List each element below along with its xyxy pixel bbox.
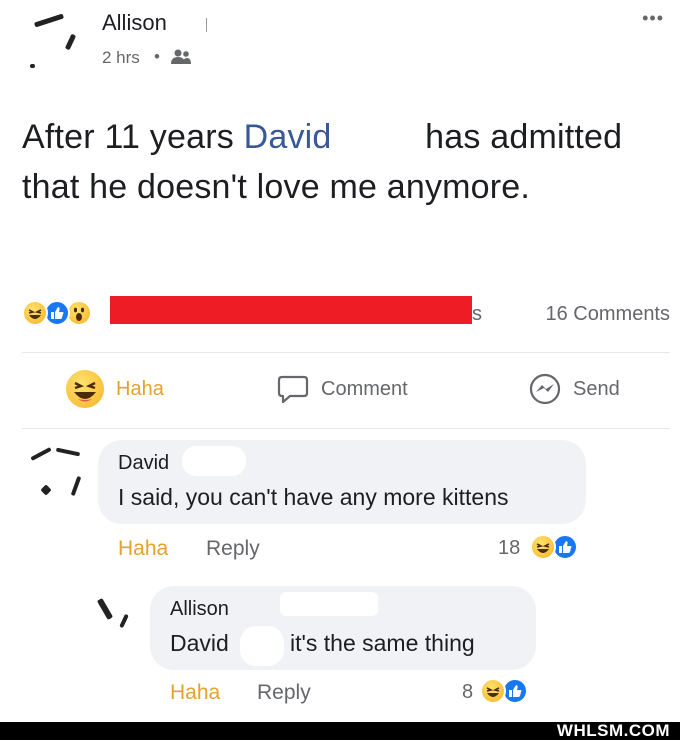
divider-bottom: [22, 428, 670, 429]
reply-author-redaction: [280, 592, 378, 616]
audience-friends-icon[interactable]: [170, 48, 192, 66]
haha-reaction-icon: [22, 300, 48, 326]
post-text-start: After 11 years: [22, 118, 244, 156]
comments-count[interactable]: 16 Comments: [546, 303, 671, 326]
reply-reaction-summary[interactable]: 8: [462, 678, 542, 708]
comment-action-label: Comment: [321, 378, 408, 400]
watermark: WHLSM.COM: [556, 721, 670, 740]
haha-face-icon: [66, 370, 104, 408]
reply-reply-link[interactable]: Reply: [257, 681, 311, 705]
messenger-icon: [528, 372, 562, 411]
reaction-summary[interactable]: [22, 300, 112, 330]
reply-author-avatar[interactable]: [92, 588, 146, 642]
post-author-avatar[interactable]: [18, 6, 88, 76]
comment-author-redaction: [182, 446, 246, 476]
haha-action-label: Haha: [116, 378, 164, 400]
comment-haha-icon: [530, 534, 556, 560]
send-action-button[interactable]: Send: [528, 372, 638, 408]
post-mention[interactable]: David: [244, 118, 332, 156]
comment-author-avatar[interactable]: [12, 438, 92, 518]
comment-author-name[interactable]: David: [118, 452, 169, 475]
reply-mention[interactable]: David: [170, 630, 229, 657]
reply-mention-redaction: [240, 626, 284, 666]
post-author-name[interactable]: Allison: [102, 10, 167, 36]
reply-author-name[interactable]: Allison: [170, 598, 229, 621]
reply-haha-link[interactable]: Haha: [170, 681, 220, 705]
reaction-names-tail: s: [472, 303, 482, 325]
comment-action-button[interactable]: Comment: [276, 372, 426, 408]
reply-reaction-count: 8: [462, 681, 474, 703]
post-more-options-icon[interactable]: •••: [642, 8, 664, 29]
comment-reply-link[interactable]: Reply: [206, 537, 260, 561]
comment-haha-link[interactable]: Haha: [118, 537, 168, 561]
comment-text: I said, you can't have any more kittens: [118, 484, 509, 510]
post-time[interactable]: 2 hrs: [102, 48, 140, 68]
footer-bar: WHLSM.COM: [0, 721, 680, 740]
comment-bubble: David I said, you can't have any more ki…: [98, 440, 586, 524]
header-divider: [206, 18, 207, 32]
comment-reaction-summary[interactable]: 18: [498, 534, 588, 564]
divider-top: [22, 352, 670, 353]
haha-action-button[interactable]: Haha: [66, 370, 186, 410]
comment-bubble-icon: [276, 372, 310, 411]
post-text: After 11 years David has admitted that h…: [22, 112, 662, 212]
comment-reaction-count: 18: [498, 537, 521, 559]
reaction-names-redaction: [110, 296, 472, 324]
send-action-label: Send: [573, 378, 620, 400]
meta-dot: •: [154, 47, 160, 66]
reply-haha-icon: [480, 678, 506, 704]
reply-bubble: Allison David it's the same thing: [150, 586, 536, 670]
reply-text: it's the same thing: [290, 630, 475, 656]
